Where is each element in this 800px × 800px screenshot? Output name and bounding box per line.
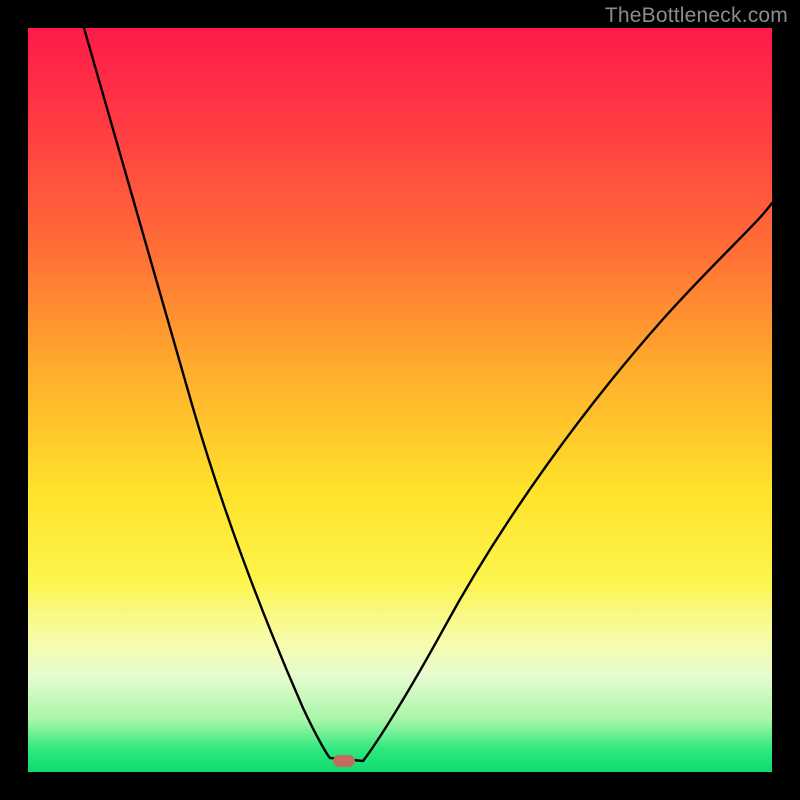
curve-path — [84, 28, 772, 761]
chart-frame: TheBottleneck.com — [0, 0, 800, 800]
bottleneck-curve — [28, 28, 772, 772]
watermark-text: TheBottleneck.com — [605, 4, 788, 28]
optimal-marker — [333, 755, 355, 767]
plot-area — [28, 28, 772, 772]
